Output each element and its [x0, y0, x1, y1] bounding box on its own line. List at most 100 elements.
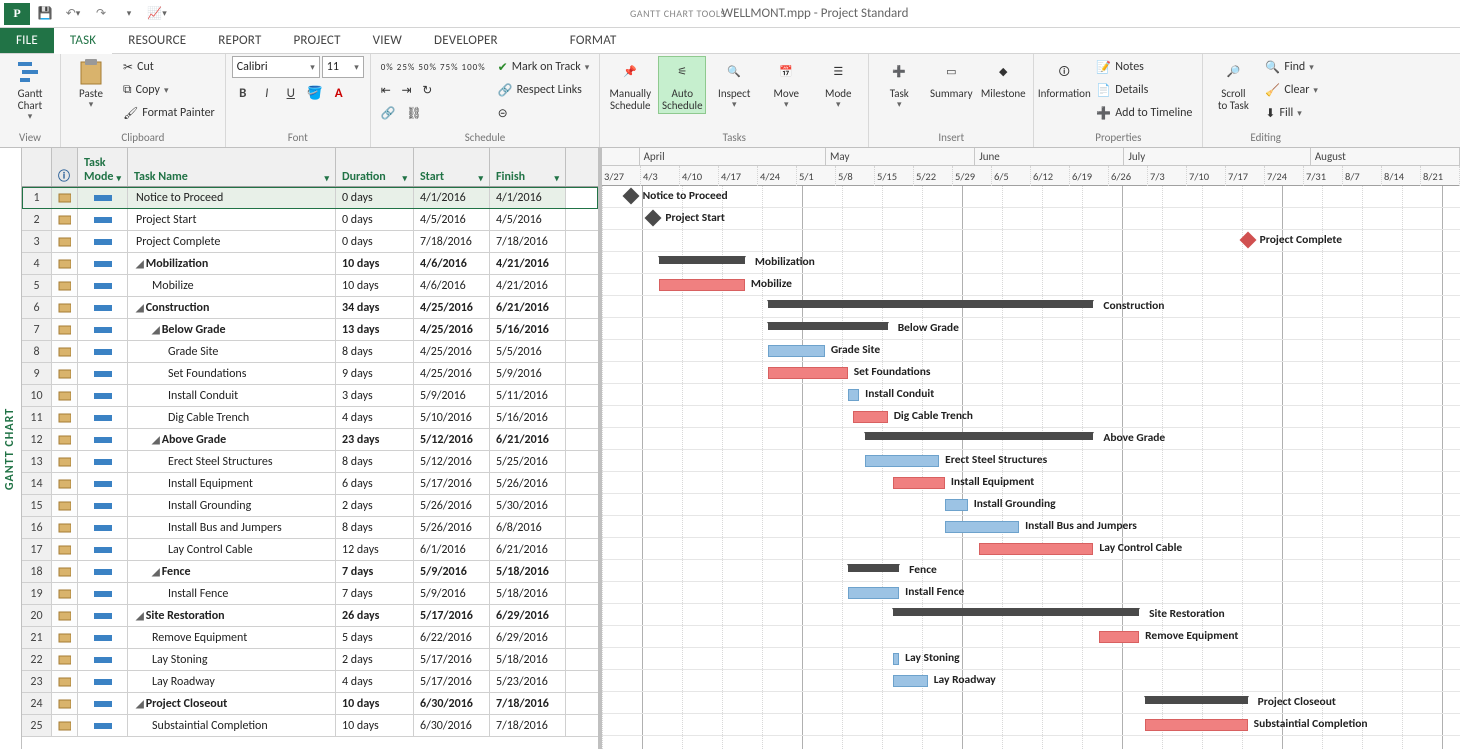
gantt-bar[interactable] [1099, 631, 1139, 643]
taskmode-cell[interactable] [78, 627, 128, 648]
gantt-bar[interactable] [865, 455, 939, 467]
col-taskmode[interactable]: Task Mode▾ [78, 148, 128, 186]
start-cell[interactable]: 7/18/2016 [414, 231, 490, 252]
pct-buttons[interactable]: 0% 25% 50% 75% 100% [377, 56, 490, 78]
gantt-row[interactable]: Install Conduit [602, 384, 1460, 406]
start-cell[interactable]: 4/5/2016 [414, 209, 490, 230]
information-button[interactable]: 🛈Information [1040, 56, 1088, 102]
manually-schedule-button[interactable]: 📌Manually Schedule [606, 56, 654, 114]
row-header[interactable]: 17 [22, 539, 52, 560]
gantt-bar[interactable] [659, 256, 745, 264]
table-row[interactable]: 20◢Site Restoration26 days5/17/20166/29/… [22, 605, 598, 627]
taskmode-cell[interactable] [78, 297, 128, 318]
row-header[interactable]: 11 [22, 407, 52, 428]
gantt-row[interactable]: Project Start [602, 208, 1460, 230]
clear-button[interactable]: 🧹Clear▾ [1261, 79, 1322, 101]
taskname-cell[interactable]: ◢Mobilization [128, 253, 336, 274]
finish-cell[interactable]: 5/18/2016 [490, 583, 566, 604]
row-header[interactable]: 25 [22, 715, 52, 736]
finish-cell[interactable]: 5/16/2016 [490, 319, 566, 340]
finish-cell[interactable]: 7/18/2016 [490, 715, 566, 736]
gantt-row[interactable]: Dig Cable Trench [602, 406, 1460, 428]
row-header[interactable]: 24 [22, 693, 52, 714]
duration-cell[interactable]: 8 days [336, 341, 414, 362]
duration-cell[interactable]: 13 days [336, 319, 414, 340]
move-button[interactable]: 📅Move▾ [762, 56, 810, 112]
taskname-cell[interactable]: Install Grounding [128, 495, 336, 516]
table-row[interactable]: 6◢Construction34 days4/25/20166/21/2016 [22, 297, 598, 319]
start-cell[interactable]: 6/22/2016 [414, 627, 490, 648]
paste-button[interactable]: Paste▾ [67, 56, 115, 112]
gantt-bar[interactable] [768, 300, 1094, 308]
gantt-row[interactable]: Fence [602, 560, 1460, 582]
finish-cell[interactable]: 6/8/2016 [490, 517, 566, 538]
duration-cell[interactable]: 8 days [336, 451, 414, 472]
finish-cell[interactable]: 5/9/2016 [490, 363, 566, 384]
taskmode-cell[interactable] [78, 341, 128, 362]
taskmode-cell[interactable] [78, 473, 128, 494]
table-row[interactable]: 19Install Fence7 days5/9/20165/18/2016 [22, 583, 598, 605]
col-taskname[interactable]: Task Name▾ [128, 148, 336, 186]
gantt-bar[interactable] [768, 367, 848, 379]
start-cell[interactable]: 5/26/2016 [414, 517, 490, 538]
taskmode-cell[interactable] [78, 429, 128, 450]
row-header[interactable]: 6 [22, 297, 52, 318]
gantt-row[interactable]: Remove Equipment [602, 626, 1460, 648]
finish-cell[interactable]: 5/25/2016 [490, 451, 566, 472]
duration-cell[interactable]: 6 days [336, 473, 414, 494]
gantt-row[interactable]: Lay Control Cable [602, 538, 1460, 560]
duration-cell[interactable]: 0 days [336, 187, 414, 208]
gantt-bar[interactable] [945, 499, 968, 511]
row-header[interactable]: 5 [22, 275, 52, 296]
grid-body[interactable]: 1Notice to Proceed0 days4/1/20164/1/2016… [22, 187, 598, 749]
finish-cell[interactable]: 4/21/2016 [490, 275, 566, 296]
taskmode-cell[interactable] [78, 363, 128, 384]
row-header[interactable]: 4 [22, 253, 52, 274]
table-row[interactable]: 9Set Foundations9 days4/25/20165/9/2016 [22, 363, 598, 385]
gantt-bar[interactable] [979, 543, 1093, 555]
add-to-timeline-button[interactable]: ➕Add to Timeline [1092, 102, 1196, 124]
gantt-bar[interactable] [893, 477, 944, 489]
taskname-cell[interactable]: ◢Project Closeout [128, 693, 336, 714]
taskname-cell[interactable]: Install Equipment [128, 473, 336, 494]
start-cell[interactable]: 5/17/2016 [414, 671, 490, 692]
taskmode-cell[interactable] [78, 671, 128, 692]
taskmode-cell[interactable] [78, 385, 128, 406]
duration-cell[interactable]: 0 days [336, 231, 414, 252]
finish-cell[interactable]: 4/5/2016 [490, 209, 566, 230]
finish-cell[interactable]: 6/21/2016 [490, 539, 566, 560]
row-header[interactable]: 8 [22, 341, 52, 362]
tab-file[interactable]: FILE [0, 28, 54, 53]
taskmode-cell[interactable] [78, 253, 128, 274]
table-row[interactable]: 24◢Project Closeout10 days6/30/20167/18/… [22, 693, 598, 715]
insert-task-button[interactable]: ➕Task▾ [875, 56, 923, 112]
duration-cell[interactable]: 10 days [336, 693, 414, 714]
taskname-cell[interactable]: ◢Above Grade [128, 429, 336, 450]
copy-button[interactable]: ⧉Copy▾ [119, 79, 219, 101]
duration-cell[interactable]: 7 days [336, 583, 414, 604]
duration-cell[interactable]: 7 days [336, 561, 414, 582]
row-header[interactable]: 19 [22, 583, 52, 604]
start-cell[interactable]: 5/17/2016 [414, 649, 490, 670]
gantt-bar[interactable] [893, 675, 927, 687]
col-duration[interactable]: Duration▾ [336, 148, 414, 186]
tab-format[interactable]: FORMAT [554, 28, 633, 53]
fill-color-button[interactable]: 🪣 [304, 82, 326, 104]
gantt-bar[interactable] [848, 587, 899, 599]
gantt-chart-button[interactable]: Gantt Chart▾ [6, 56, 54, 124]
gantt-bar[interactable] [893, 608, 1139, 616]
duration-cell[interactable]: 4 days [336, 407, 414, 428]
table-row[interactable]: 21Remove Equipment5 days6/22/20166/29/20… [22, 627, 598, 649]
duration-cell[interactable]: 34 days [336, 297, 414, 318]
start-cell[interactable]: 6/30/2016 [414, 715, 490, 736]
activity-button[interactable]: 📈▾ [144, 3, 170, 25]
finish-cell[interactable]: 5/26/2016 [490, 473, 566, 494]
taskname-cell[interactable]: ◢Construction [128, 297, 336, 318]
inspect-button[interactable]: 🔍Inspect▾ [710, 56, 758, 112]
table-row[interactable]: 15Install Grounding2 days5/26/20165/30/2… [22, 495, 598, 517]
table-row[interactable]: 4◢Mobilization10 days4/6/20164/21/2016 [22, 253, 598, 275]
finish-cell[interactable]: 5/30/2016 [490, 495, 566, 516]
duration-cell[interactable]: 2 days [336, 495, 414, 516]
duration-cell[interactable]: 10 days [336, 253, 414, 274]
duration-cell[interactable]: 10 days [336, 275, 414, 296]
